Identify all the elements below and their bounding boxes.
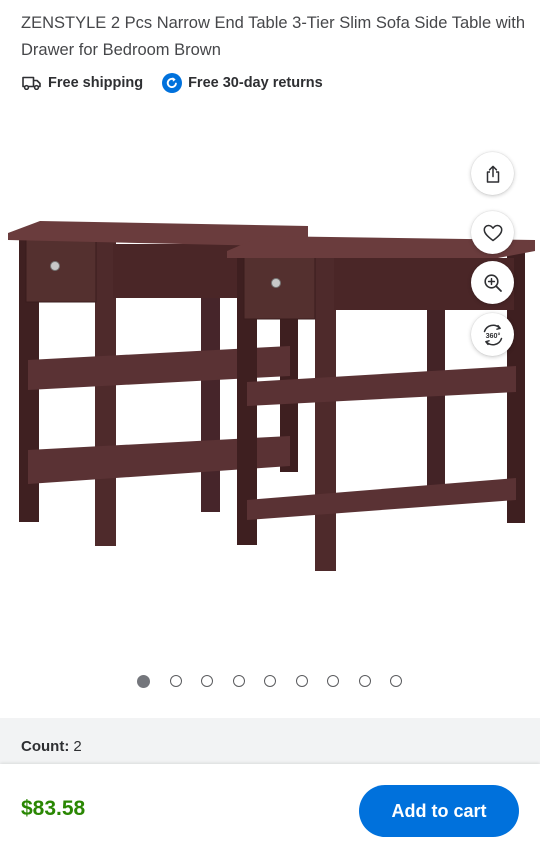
carousel-dot[interactable] (137, 674, 150, 688)
carousel-dot[interactable] (295, 675, 308, 687)
free-shipping-badge: Free shipping (22, 75, 143, 91)
carousel-dot[interactable] (390, 675, 402, 687)
360-label: 360° (485, 330, 500, 339)
delivery-badges: Free shipping Free 30-day returns (22, 72, 323, 94)
count-option: Count: 2 (21, 738, 82, 755)
free-shipping-label: Free shipping (48, 75, 144, 91)
favorite-button[interactable] (471, 211, 514, 254)
count-label: Count: (21, 738, 70, 755)
zoom-in-icon (483, 273, 503, 293)
carousel-dot[interactable] (232, 675, 245, 687)
add-to-cart-button[interactable]: Add to cart (359, 785, 519, 837)
carousel-dot[interactable] (264, 675, 276, 687)
product-image[interactable] (0, 210, 540, 590)
heart-icon (483, 224, 503, 242)
share-icon (483, 164, 503, 184)
carousel-indicator (137, 674, 422, 688)
carousel-dot[interactable] (358, 675, 371, 687)
carousel-dot[interactable] (327, 675, 339, 687)
view-360-button[interactable]: 360° (471, 313, 514, 356)
truck-icon (22, 76, 41, 90)
return-arrow-icon (162, 73, 183, 93)
product-title: ZENSTYLE 2 Pcs Narrow End Table 3-Tier S… (21, 14, 526, 59)
zoom-button[interactable] (471, 261, 514, 304)
free-returns-label: Free 30-day returns (188, 75, 323, 91)
carousel-dot[interactable] (169, 675, 182, 687)
price: $83.58 (21, 797, 86, 820)
count-value: 2 (73, 738, 82, 755)
free-returns-badge: Free 30-day returns (162, 73, 323, 93)
carousel-dot[interactable] (201, 675, 213, 687)
360-view-icon: 360° (480, 323, 506, 347)
share-button[interactable] (471, 152, 514, 195)
